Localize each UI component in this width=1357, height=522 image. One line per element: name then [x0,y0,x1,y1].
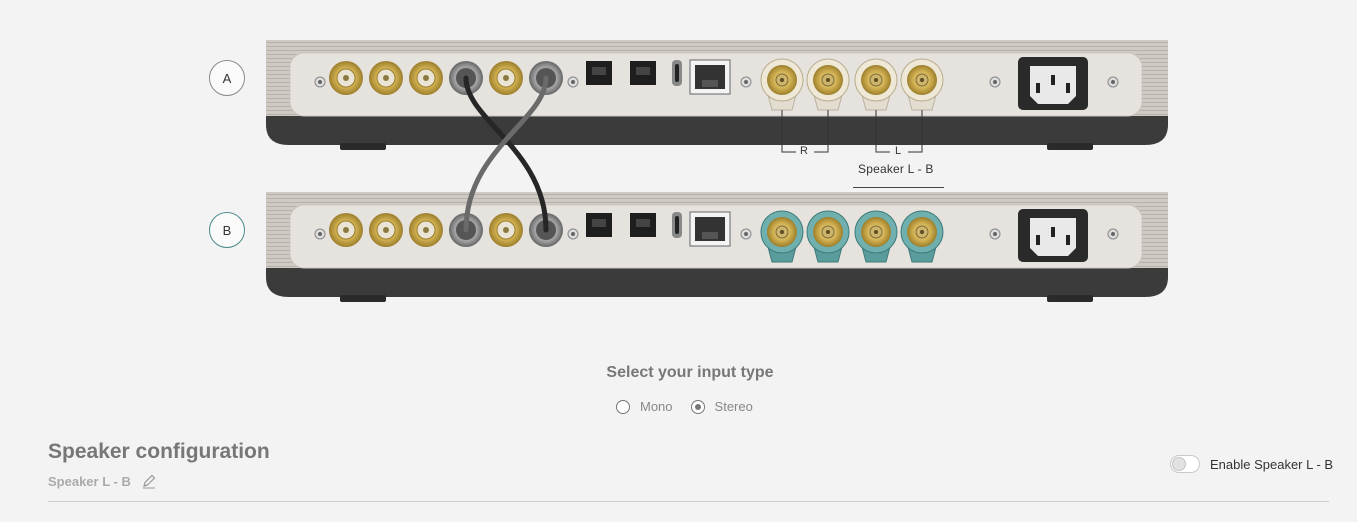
input-type-radio-group: Mono Stereo [616,399,771,414]
unit-b-label: B [222,222,232,238]
power-inlet-icon [1018,57,1088,110]
mono-radio[interactable] [616,399,630,414]
enable-speaker-label: Enable Speaker L - B [1210,456,1334,472]
amplifier-unit-b [266,192,1168,302]
right-channel-label: R [797,145,811,157]
stereo-label: Stereo [714,399,753,414]
speaker-output-name: Speaker L - B [858,162,934,176]
amplifier-unit-a [266,40,1168,150]
stereo-radio[interactable] [690,399,705,414]
unit-b-badge: B [209,212,245,248]
speaker-name: Speaker L - B [48,473,131,489]
toggle-knob [1172,457,1186,471]
unit-a-badge: A [209,60,245,96]
selected-dot-icon [694,403,701,410]
speaker-name-row: Speaker L - B [48,473,157,489]
stereo-option[interactable]: Stereo [690,399,753,414]
mono-label: Mono [640,399,673,414]
unit-a-label: A [222,70,232,86]
enable-speaker-row: Enable Speaker L - B [1170,455,1333,473]
amplifier-stack-illustration [266,40,1168,302]
input-type-title: Select your input type [606,364,774,381]
pencil-icon[interactable] [141,473,157,489]
mono-option[interactable]: Mono [616,399,673,414]
power-inlet-icon [1018,209,1088,262]
section-divider [48,501,1329,502]
enable-speaker-toggle[interactable] [1170,455,1200,473]
left-channel-label: L [892,145,905,157]
speaker-configuration-title: Speaker configuration [48,440,270,463]
speaker-output-underline [853,187,944,188]
